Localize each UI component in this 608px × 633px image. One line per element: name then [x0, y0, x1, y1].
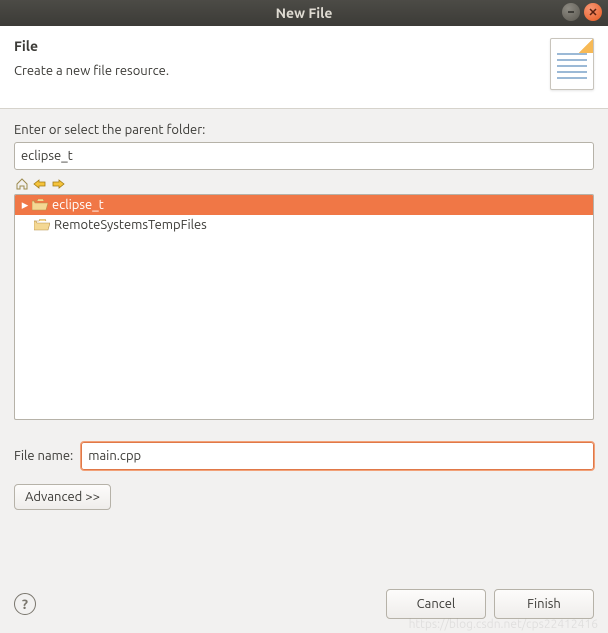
home-icon[interactable] — [14, 176, 30, 192]
tree-item-label: eclipse_t — [52, 198, 104, 212]
window-controls — [562, 3, 602, 21]
forward-arrow-icon[interactable] — [50, 176, 66, 192]
page-title: File — [14, 38, 169, 54]
folder-open-icon — [31, 198, 49, 212]
help-icon[interactable]: ? — [14, 593, 36, 615]
finish-button[interactable]: Finish — [494, 589, 594, 619]
page-subtitle: Create a new file resource. — [14, 64, 169, 78]
parent-folder-label: Enter or select the parent folder: — [14, 123, 594, 137]
minimize-icon[interactable] — [562, 3, 580, 21]
tree-item-label: RemoteSystemsTempFiles — [54, 218, 207, 232]
file-name-label: File name: — [14, 449, 73, 463]
close-icon[interactable] — [584, 3, 602, 21]
window-title: New File — [276, 5, 333, 21]
titlebar: New File — [0, 0, 608, 26]
back-arrow-icon[interactable] — [32, 176, 48, 192]
dialog-header: File Create a new file resource. — [0, 26, 608, 109]
parent-folder-input[interactable] — [14, 142, 594, 170]
advanced-button[interactable]: Advanced >> — [14, 484, 111, 510]
folder-tree[interactable]: ▸ eclipse_t RemoteSystemsTempFiles — [14, 194, 594, 420]
tree-item-remote-systems[interactable]: RemoteSystemsTempFiles — [15, 215, 593, 235]
watermark: https://blog.csdn.net/cps22412416 — [409, 618, 598, 631]
file-name-input[interactable] — [81, 442, 594, 470]
folder-open-icon — [33, 218, 51, 232]
new-file-icon — [550, 38, 594, 90]
expand-arrow-icon[interactable]: ▸ — [19, 198, 31, 213]
tree-item-eclipse-t[interactable]: ▸ eclipse_t — [15, 195, 593, 215]
tree-nav-toolbar — [14, 176, 594, 192]
cancel-button[interactable]: Cancel — [386, 589, 486, 619]
